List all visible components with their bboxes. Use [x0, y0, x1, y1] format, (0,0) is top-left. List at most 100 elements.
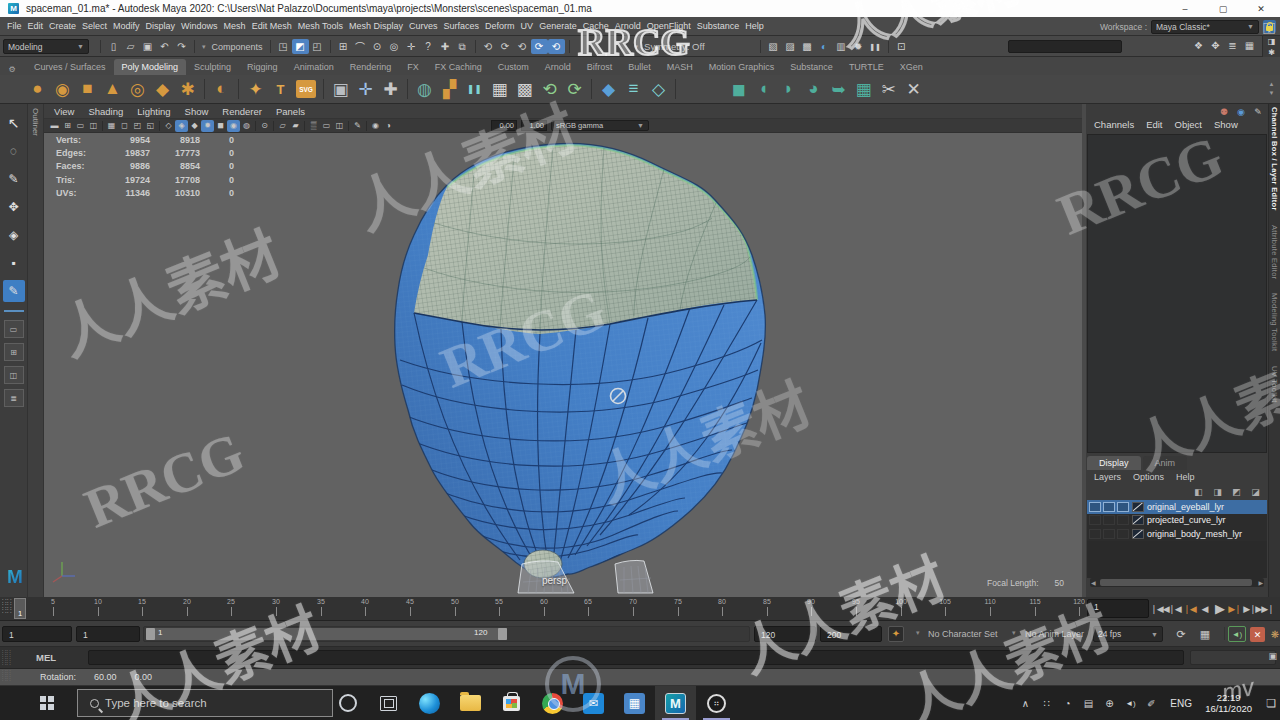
shelf-tab-bifrost[interactable]: Bifrost	[579, 59, 621, 75]
paint-select-tool[interactable]: ✎	[3, 168, 25, 190]
snap-grid-icon[interactable]: ⊞	[335, 39, 352, 54]
task-view-icon[interactable]	[368, 686, 409, 720]
menu-mesh-display[interactable]: Mesh Display	[346, 21, 406, 31]
channelbox-menu-object[interactable]: Object	[1169, 119, 1208, 130]
selection-mask-label[interactable]: Components	[209, 42, 266, 52]
softselect-icon[interactable]: ⧉	[454, 39, 471, 54]
tray-overflow-icon[interactable]: ∷	[1036, 693, 1057, 713]
vp-safe-action-icon[interactable]: ◰	[131, 120, 144, 132]
vp-grid-icon[interactable]: ⊞	[61, 120, 74, 132]
menu-modify[interactable]: Modify	[110, 21, 143, 31]
sidebar-tab-uv-toolkit[interactable]: UV Toolkit	[1270, 366, 1279, 403]
workspace-dropdown[interactable]: Maya Classic*▼	[1151, 20, 1259, 34]
vp-joints-icon[interactable]: ▰	[289, 120, 302, 132]
sidebar-tab-attribute-editor[interactable]: Attribute Editor	[1270, 225, 1279, 279]
calculator-icon[interactable]: ▦	[614, 686, 655, 720]
snap-view-icon[interactable]: ◎	[386, 39, 403, 54]
layout-two-icon[interactable]: ◫	[4, 366, 24, 384]
sidebar-tab-modeling-toolkit[interactable]: Modeling Toolkit	[1270, 293, 1279, 351]
vp-greasepencil-icon[interactable]: ✎	[351, 120, 364, 132]
panel-menu-view[interactable]: View	[47, 106, 81, 117]
type-tool-icon[interactable]: T	[269, 78, 292, 101]
char-controls-icon[interactable]: ❖	[1190, 38, 1207, 53]
extract-icon[interactable]: ◖	[752, 78, 775, 101]
cortana-icon[interactable]	[327, 686, 368, 720]
vp-plane-icon[interactable]: ▭	[320, 120, 333, 132]
svg-tool-icon[interactable]: SVG	[296, 80, 316, 98]
channel-box-list[interactable]	[1087, 134, 1267, 453]
menu-create[interactable]: Create	[46, 21, 79, 31]
vp-textured-icon[interactable]: ◆	[188, 120, 201, 132]
shelf-scroll-arrows[interactable]: ▲▼	[1267, 80, 1276, 98]
render-settings-icon[interactable]: ▩	[799, 39, 816, 54]
rotate-tool[interactable]: ◈	[3, 224, 25, 246]
menu-substance[interactable]: Substance	[694, 21, 743, 31]
menu-mesh-tools[interactable]: Mesh Tools	[295, 21, 346, 31]
taskbar-search[interactable]: Type here to search	[77, 689, 333, 717]
poly-plane-icon[interactable]: ◆	[151, 78, 174, 101]
locator-icon[interactable]: ✛	[354, 78, 377, 101]
menu-windows[interactable]: Windows	[178, 21, 221, 31]
poly-disc-icon[interactable]: ✱	[176, 78, 199, 101]
panel-menu-shading[interactable]: Shading	[81, 106, 130, 117]
clip-editor-button[interactable]: ▦	[1196, 626, 1214, 642]
layer-up-icon[interactable]: ◩	[1230, 486, 1243, 498]
outliner-panel-edge[interactable]: Outliner	[28, 104, 44, 597]
light-editor-icon[interactable]: ✹	[850, 39, 867, 54]
language-indicator[interactable]: ENG	[1170, 686, 1192, 720]
poly-torus-icon[interactable]: ◎	[126, 78, 149, 101]
shelf-tab-mash[interactable]: MASH	[659, 59, 701, 75]
vp-fog-icon[interactable]: ▒	[307, 120, 320, 132]
anim-layer-dropdown[interactable]: No Anim Layer	[1025, 629, 1084, 639]
current-frame-field[interactable]: 1	[1087, 599, 1149, 618]
layer-pb-icon[interactable]: ◨	[1211, 486, 1224, 498]
maximize-button[interactable]: ▢	[1204, 0, 1242, 17]
panel-menu-panels[interactable]: Panels	[269, 106, 312, 117]
pause-icon[interactable]: ❚❚	[867, 39, 884, 54]
panel-menu-renderer[interactable]: Renderer	[215, 106, 269, 117]
vp-res-gate-icon[interactable]: ◫	[87, 120, 100, 132]
minimize-button[interactable]: –	[1166, 0, 1204, 17]
poly-sphere-icon[interactable]: ●	[26, 78, 49, 101]
separate-icon[interactable]: ◗	[777, 78, 800, 101]
layer-down-icon[interactable]: ◪	[1249, 486, 1262, 498]
shelf-tab-poly-modeling[interactable]: Poly Modeling	[114, 59, 187, 75]
select-hierarchy-icon[interactable]: ◳	[275, 39, 292, 54]
sidebar-tool-icon[interactable]: ✱	[1265, 47, 1279, 57]
vp-snapshot-icon[interactable]: ◉	[369, 120, 382, 132]
lock-icon[interactable]: ✚	[437, 39, 454, 54]
sculpt-tool[interactable]: ✎	[3, 280, 25, 302]
layer-tab-display[interactable]: Display	[1087, 456, 1141, 470]
workspace-lock-icon[interactable]: ⚿	[1263, 20, 1276, 33]
attr-pencil-icon[interactable]: ✎	[1252, 106, 1264, 118]
layer-tab-anim[interactable]: Anim	[1143, 456, 1188, 470]
booleans-icon[interactable]: ◐	[210, 78, 233, 101]
prev-key-button[interactable]: ❘◀	[1182, 600, 1197, 617]
layer-menu-layers[interactable]: Layers	[1088, 472, 1127, 482]
shelf-tab-rendering[interactable]: Rendering	[342, 59, 400, 75]
layout-four-icon[interactable]: ⊞	[4, 343, 24, 361]
loop-button[interactable]: ⟳	[1172, 626, 1190, 642]
menu-deform[interactable]: Deform	[482, 21, 518, 31]
range-start-handle[interactable]	[146, 628, 155, 640]
time-slider-grip[interactable]: ∷∷∷∷∷∷∷∷∷	[2, 599, 12, 618]
layer-menu-help[interactable]: Help	[1170, 472, 1201, 482]
shelf-tab-fx-caching[interactable]: FX Caching	[427, 59, 490, 75]
poly-cone-icon[interactable]: ▲	[101, 78, 124, 101]
select-component-icon[interactable]: ◰	[309, 39, 326, 54]
current-frame-marker[interactable]: 1	[14, 598, 26, 619]
shelf-tab-fx[interactable]: FX	[399, 59, 427, 75]
store-icon[interactable]	[491, 686, 532, 720]
attr-sphere-icon[interactable]: ◉	[1235, 106, 1247, 118]
cube-teal-icon[interactable]: ◇	[647, 78, 670, 101]
action-center-icon[interactable]: ❏	[1266, 686, 1276, 720]
range-slider-bar[interactable]	[146, 628, 507, 640]
make-live-sphere-icon[interactable]: ◍	[413, 78, 436, 101]
menu-help[interactable]: Help	[742, 21, 767, 31]
cleanup-icon[interactable]: ✂	[877, 78, 900, 101]
vp-gpu-icon[interactable]: ◫	[333, 120, 346, 132]
menu-generate[interactable]: Generate	[536, 21, 580, 31]
menu-cache[interactable]: Cache	[580, 21, 612, 31]
shelf-tab-turtle[interactable]: TURTLE	[841, 59, 892, 75]
shelf-tab-sculpting[interactable]: Sculpting	[186, 59, 239, 75]
